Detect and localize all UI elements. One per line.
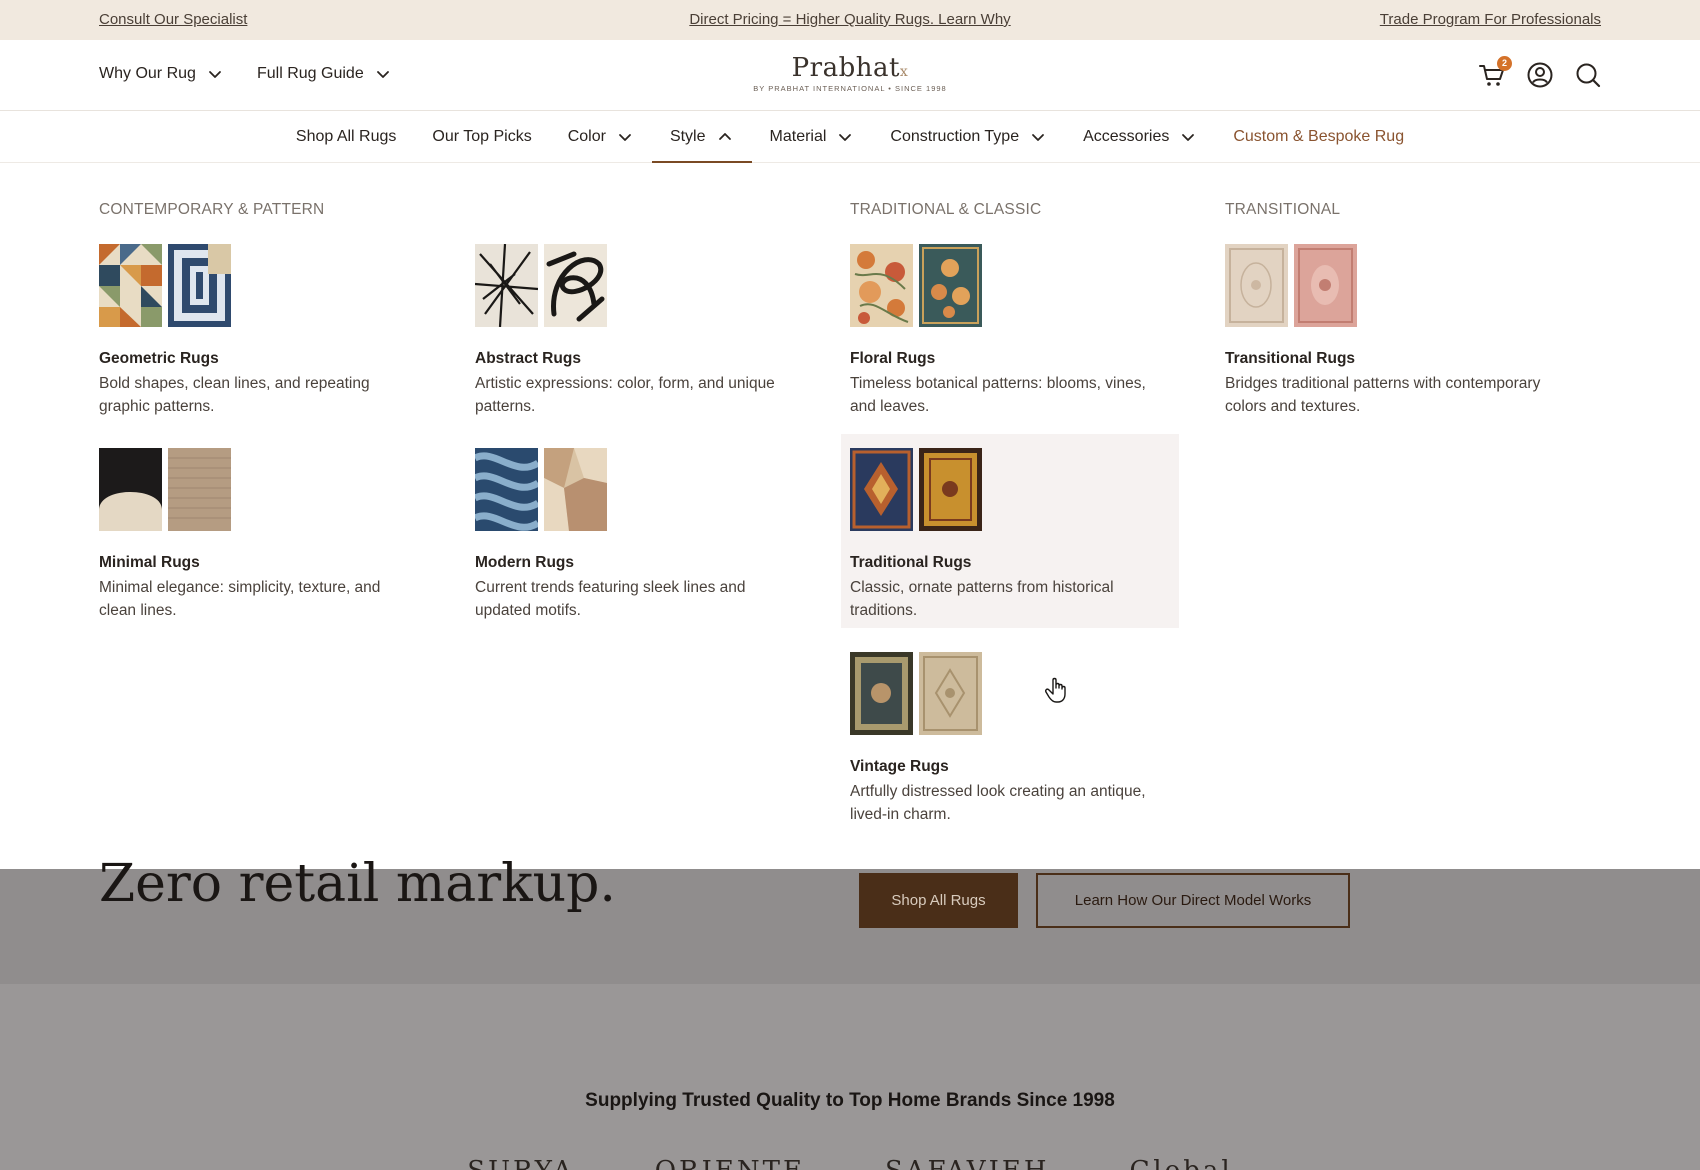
shop-all-rugs-button[interactable]: Shop All Rugs	[859, 873, 1018, 928]
account-button[interactable]	[1526, 61, 1554, 89]
abstract-rugs-title: Abstract Rugs	[475, 350, 581, 367]
column-heading-transitional: TRANSITIONAL	[1225, 201, 1341, 218]
style-mega-menu: CONTEMPORARY & PATTERN TRADITIONAL & CLA…	[0, 163, 1700, 869]
site-header: Why Our Rug Full Rug Guide Prabhatx BY P…	[0, 40, 1700, 111]
chevron-up-icon	[718, 133, 731, 140]
site-logo[interactable]: Prabhatx BY PRABHAT INTERNATIONAL • SINC…	[0, 53, 1700, 93]
transitional-rug-thumbnail	[1294, 244, 1357, 327]
brands-heading: Supplying Trusted Quality to Top Home Br…	[585, 1090, 1115, 1111]
traditional-rug-thumbnail	[850, 448, 913, 531]
chevron-down-icon	[619, 134, 631, 141]
nav-construction-type[interactable]: Construction Type	[872, 111, 1065, 163]
vintage-rug-thumbnail	[919, 652, 982, 735]
transitional-rugs-title: Transitional Rugs	[1225, 350, 1356, 367]
transitional-rug-thumbnail	[1225, 244, 1288, 327]
brand-logo: SAFAVIEH	[885, 1156, 1050, 1170]
chevron-down-icon	[1032, 134, 1044, 141]
nav-shop-all-rugs[interactable]: Shop All Rugs	[278, 111, 415, 163]
header-icons: 2	[1478, 56, 1602, 89]
hero-heading: Zero retail markup.	[99, 854, 616, 914]
minimal-rug-thumbnail	[99, 448, 162, 531]
traditional-rugs-card[interactable]: Traditional Rugs Classic, ornate pattern…	[841, 434, 1179, 628]
minimal-rugs-description: Minimal elegance: simplicity, texture, a…	[99, 579, 381, 619]
minimal-rug-thumbnail	[168, 448, 231, 531]
traditional-rug-thumbnail	[919, 448, 982, 531]
geometric-rugs-description: Bold shapes, clean lines, and repeating …	[99, 375, 370, 415]
chevron-down-icon	[1182, 134, 1195, 141]
abstract-rug-thumbnail	[544, 244, 607, 327]
modern-rugs-card[interactable]: Modern Rugs Current trends featuring sle…	[475, 448, 795, 622]
announcement-bar: Consult Our Specialist Direct Pricing = …	[0, 0, 1700, 40]
brand-logos-row: SURYA ORIENTE SAFAVIEH Global	[0, 1156, 1700, 1170]
trade-program-link[interactable]: Trade Program For Professionals	[1380, 11, 1601, 28]
geometric-rugs-card[interactable]: Geometric Rugs Bold shapes, clean lines,…	[99, 244, 419, 418]
hero-section: Zero retail markup. Shop All Rugs Learn …	[0, 854, 1700, 984]
main-navigation: Shop All Rugs Our Top Picks Color Style …	[0, 111, 1700, 164]
abstract-rugs-description: Artistic expressions: color, form, and u…	[475, 375, 775, 415]
floral-rug-thumbnail	[919, 244, 982, 327]
brand-logo: SURYA	[467, 1156, 574, 1170]
nav-label: Custom & Bespoke Rug	[1233, 128, 1405, 145]
nav-label: Construction Type	[890, 128, 1020, 145]
vintage-rugs-title: Vintage Rugs	[850, 758, 949, 775]
traditional-rugs-description: Classic, ornate patterns from historical…	[850, 579, 1114, 619]
nav-label: Shop All Rugs	[295, 128, 397, 145]
modern-rugs-title: Modern Rugs	[475, 554, 575, 571]
nav-our-top-picks[interactable]: Our Top Picks	[414, 111, 549, 163]
floral-rug-thumbnail	[850, 244, 913, 327]
nav-custom-bespoke-rug[interactable]: Custom & Bespoke Rug	[1215, 111, 1422, 163]
floral-rugs-card[interactable]: Floral Rugs Timeless botanical patterns:…	[850, 244, 1170, 418]
nav-label: Color	[567, 128, 606, 145]
vintage-rugs-description: Artfully distressed look creating an ant…	[850, 783, 1146, 823]
search-button[interactable]	[1574, 61, 1602, 89]
column-heading-contemporary: CONTEMPORARY & PATTERN	[99, 201, 325, 218]
geometric-rug-thumbnail	[168, 244, 231, 327]
search-icon	[1576, 63, 1601, 88]
modern-rug-thumbnail	[475, 448, 538, 531]
transitional-rugs-card[interactable]: Transitional Rugs Bridges traditional pa…	[1225, 244, 1545, 418]
abstract-rug-thumbnail	[475, 244, 538, 327]
brand-logo: Global	[1130, 1156, 1233, 1170]
logo-tagline: BY PRABHAT INTERNATIONAL • SINCE 1998	[753, 84, 947, 93]
hand-cursor-icon	[1045, 677, 1066, 703]
nav-style[interactable]: Style	[651, 111, 752, 164]
nav-label: Material	[769, 128, 827, 145]
cart-count-badge: 2	[1497, 56, 1512, 71]
abstract-rugs-card[interactable]: Abstract Rugs Artistic expressions: colo…	[475, 244, 795, 418]
chevron-down-icon	[839, 134, 852, 141]
learn-direct-model-button[interactable]: Learn How Our Direct Model Works	[1036, 873, 1350, 928]
logo-wordmark: Prabhatx	[791, 53, 909, 83]
nav-material[interactable]: Material	[752, 111, 873, 163]
nav-label: Our Top Picks	[432, 128, 532, 145]
vintage-rug-thumbnail	[850, 652, 913, 735]
brand-logo: ORIENTE	[655, 1156, 805, 1170]
nav-accessories[interactable]: Accessories	[1065, 111, 1215, 163]
minimal-rugs-title: Minimal Rugs	[99, 554, 200, 571]
vintage-rugs-card[interactable]: Vintage Rugs Artfully distressed look cr…	[850, 652, 1170, 826]
page-overlay-background: Zero retail markup. Shop All Rugs Learn …	[0, 854, 1700, 1170]
modern-rugs-description: Current trends featuring sleek lines and…	[475, 579, 746, 619]
nav-color[interactable]: Color	[550, 111, 652, 163]
geometric-rugs-title: Geometric Rugs	[99, 350, 219, 367]
traditional-rugs-title: Traditional Rugs	[850, 554, 972, 571]
modern-rug-thumbnail	[544, 448, 607, 531]
transitional-rugs-description: Bridges traditional patterns with contem…	[1225, 375, 1541, 415]
account-icon	[1527, 62, 1553, 88]
nav-label: Style	[669, 128, 706, 145]
minimal-rugs-card[interactable]: Minimal Rugs Minimal elegance: simplicit…	[99, 448, 419, 622]
floral-rugs-description: Timeless botanical patterns: blooms, vin…	[850, 375, 1146, 415]
geometric-rug-thumbnail	[99, 244, 162, 327]
floral-rugs-title: Floral Rugs	[850, 350, 936, 367]
cart-button[interactable]: 2	[1478, 56, 1512, 89]
nav-label: Accessories	[1083, 128, 1170, 145]
column-heading-traditional: TRADITIONAL & CLASSIC	[850, 201, 1042, 218]
